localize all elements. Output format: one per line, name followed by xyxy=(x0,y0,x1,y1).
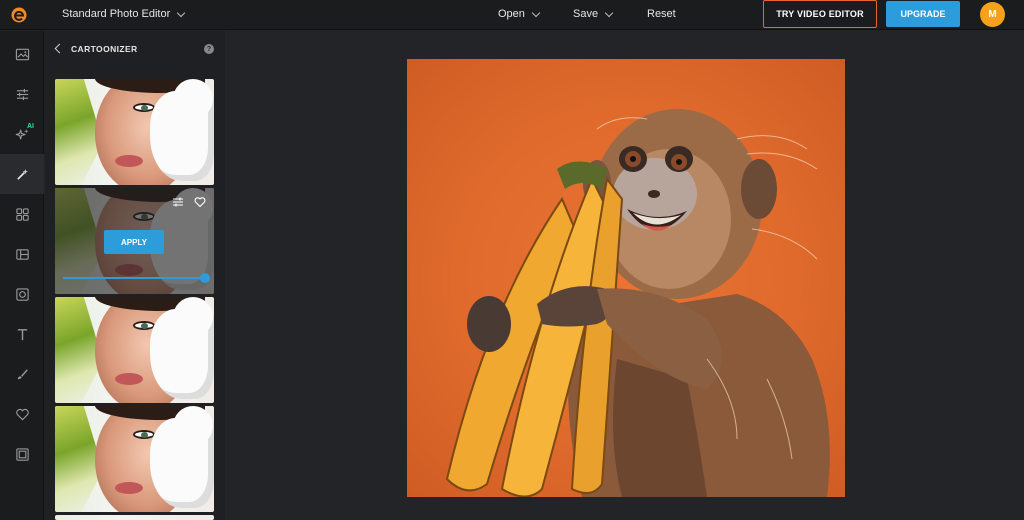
avatar[interactable]: M xyxy=(980,2,1005,27)
open-menu[interactable]: Open xyxy=(498,8,541,20)
rail-item-draw[interactable] xyxy=(0,354,44,394)
rail-item-ai[interactable]: AI xyxy=(0,114,44,154)
ai-badge: AI xyxy=(27,123,34,130)
slider-handle[interactable] xyxy=(200,273,210,283)
try-video-editor-button[interactable]: TRY VIDEO EDITOR xyxy=(763,0,877,28)
reset-button[interactable]: Reset xyxy=(647,8,676,20)
save-menu[interactable]: Save xyxy=(573,8,614,20)
sliders-icon xyxy=(16,88,28,100)
cartoonizer-panel: CARTOONIZER ? APPLY xyxy=(45,31,225,520)
rail-item-frames[interactable] xyxy=(0,274,44,314)
rail-item-image[interactable] xyxy=(0,34,44,74)
effect-thumbnail[interactable] xyxy=(55,297,214,403)
panel-title: CARTOONIZER xyxy=(71,44,138,54)
tool-rail: AI xyxy=(0,31,44,520)
panel-header: CARTOONIZER ? xyxy=(45,31,225,67)
layout-icon xyxy=(15,248,29,260)
brush-icon xyxy=(17,368,28,379)
upgrade-button[interactable]: UPGRADE xyxy=(886,1,960,27)
magic-wand-icon xyxy=(16,168,28,180)
canvas-area xyxy=(225,31,1024,520)
effect-thumbnail[interactable] xyxy=(55,406,214,512)
edited-photo[interactable] xyxy=(407,59,845,497)
text-icon xyxy=(17,328,27,340)
chevron-down-icon xyxy=(531,8,541,17)
chevron-down-icon xyxy=(604,8,614,17)
slider-fill xyxy=(63,277,205,279)
reset-label: Reset xyxy=(647,8,676,20)
rail-item-favorites[interactable] xyxy=(0,394,44,434)
chevron-down-icon xyxy=(177,8,186,17)
rail-item-text[interactable] xyxy=(0,314,44,354)
settings-sliders-icon[interactable] xyxy=(172,196,184,208)
app-logo[interactable] xyxy=(11,7,27,23)
rail-item-borders[interactable] xyxy=(0,434,44,474)
editor-mode-label: Standard Photo Editor xyxy=(62,8,171,20)
editor-mode-dropdown[interactable]: Standard Photo Editor xyxy=(62,8,186,20)
frame-icon xyxy=(15,287,29,301)
border-icon xyxy=(15,447,29,461)
effect-thumbnail[interactable] xyxy=(55,79,214,185)
monkey-illustration xyxy=(445,109,830,497)
top-bar: Standard Photo Editor Open Save Reset TR… xyxy=(0,0,1024,30)
grid-icon xyxy=(15,207,29,221)
rail-item-layout[interactable] xyxy=(0,234,44,274)
effect-thumbnail[interactable] xyxy=(55,515,214,520)
image-icon xyxy=(15,48,29,60)
back-icon[interactable] xyxy=(54,43,65,54)
help-icon[interactable]: ? xyxy=(204,44,214,54)
rail-item-adjust[interactable] xyxy=(0,74,44,114)
save-label: Save xyxy=(573,8,599,20)
intensity-slider[interactable] xyxy=(63,273,210,283)
heart-icon xyxy=(15,408,29,420)
apply-button[interactable]: APPLY xyxy=(104,230,164,254)
rail-item-effects[interactable] xyxy=(0,154,44,194)
rail-item-elements[interactable] xyxy=(0,194,44,234)
open-label: Open xyxy=(498,8,525,20)
effect-thumbnail-selected[interactable]: APPLY xyxy=(55,188,214,294)
favorite-heart-icon[interactable] xyxy=(194,196,206,208)
